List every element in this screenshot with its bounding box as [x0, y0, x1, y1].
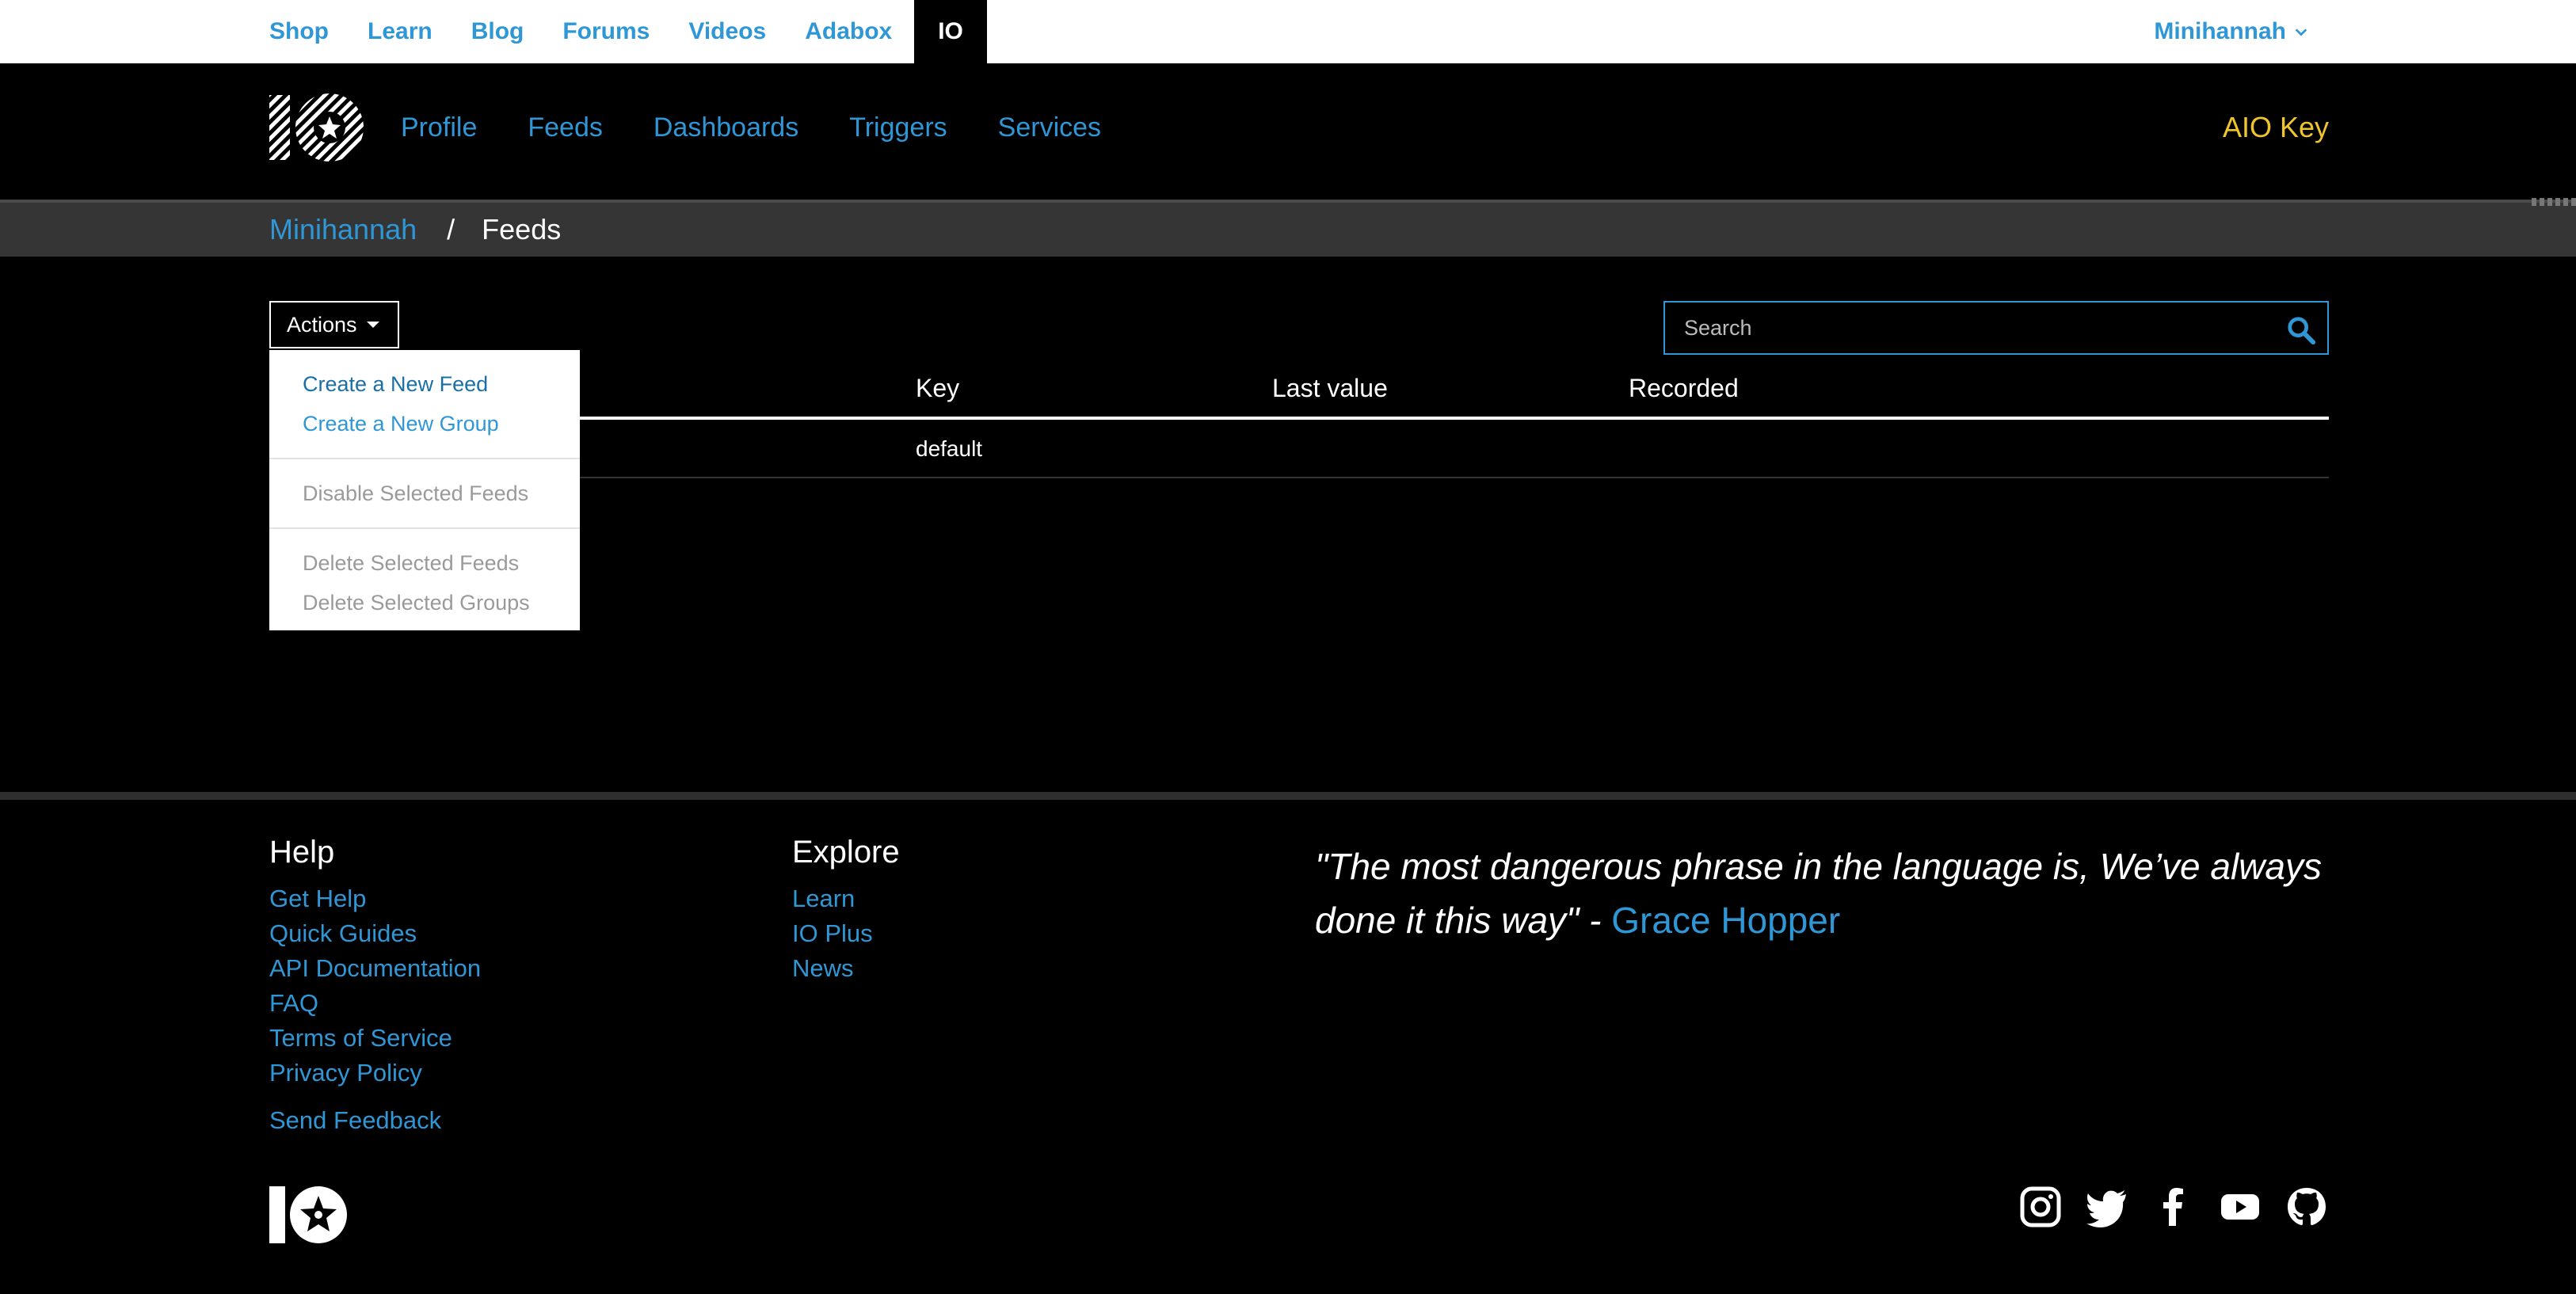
twitter-icon[interactable] [2085, 1185, 2129, 1229]
facebook-icon[interactable] [2151, 1185, 2196, 1229]
footer-link-get-help[interactable]: Get Help [269, 881, 481, 916]
quote-author-link[interactable]: Grace Hopper [1611, 900, 1840, 941]
io-nav-dashboards[interactable]: Dashboards [654, 112, 798, 143]
site-nav-shop[interactable]: Shop [269, 0, 329, 63]
breadcrumb-user[interactable]: Minihannah [269, 213, 417, 246]
breadcrumb: Minihannah / Feeds [269, 203, 561, 257]
site-nav-io[interactable]: IO [914, 0, 987, 63]
io-footer-logo-icon[interactable] [269, 1185, 349, 1245]
menu-item-create-feed[interactable]: Create a New Feed [269, 364, 580, 404]
search-icon[interactable] [2286, 315, 2316, 345]
footer-link-news[interactable]: News [792, 951, 900, 986]
menu-divider [269, 527, 580, 529]
footer-link-privacy[interactable]: Privacy Policy [269, 1056, 481, 1090]
menu-divider [269, 458, 580, 459]
menu-item-delete-groups: Delete Selected Groups [303, 591, 530, 615]
site-nav-forums[interactable]: Forums [562, 0, 650, 63]
io-logo-icon[interactable] [269, 92, 364, 163]
site-nav: Shop Learn Blog Forums Videos Adabox IO [269, 0, 1026, 63]
io-nav-triggers[interactable]: Triggers [849, 112, 947, 143]
menu-item-delete-feeds: Delete Selected Feeds [303, 551, 520, 575]
footer-help: Help Get Help Quick Guides API Documenta… [269, 835, 481, 1138]
aio-key-link[interactable]: AIO Key [2223, 95, 2329, 160]
footer: Help Get Help Quick Guides API Documenta… [0, 792, 2576, 1294]
user-menu-label: Minihannah [2154, 18, 2286, 44]
column-header-recorded[interactable]: Recorded [1629, 364, 1739, 412]
caret-down-icon [366, 322, 379, 328]
footer-link-api-docs[interactable]: API Documentation [269, 951, 481, 986]
io-nav-feeds[interactable]: Feeds [528, 112, 603, 143]
site-nav-adabox[interactable]: Adabox [805, 0, 892, 63]
youtube-icon[interactable] [2218, 1185, 2262, 1229]
chevron-down-icon [2295, 29, 2307, 36]
top-bar: Shop Learn Blog Forums Videos Adabox IO … [0, 0, 2576, 63]
user-menu[interactable]: Minihannah [2154, 0, 2308, 63]
resize-handle[interactable] [2532, 198, 2576, 206]
search-box [1663, 301, 2329, 355]
footer-link-send-feedback[interactable]: Send Feedback [269, 1103, 481, 1138]
search-input[interactable] [1665, 303, 2267, 353]
actions-button-label: Actions [287, 312, 357, 337]
footer-link-quick-guides[interactable]: Quick Guides [269, 916, 481, 951]
actions-dropdown-menu: Create a New Feed Create a New Group Dis… [269, 350, 580, 630]
github-icon[interactable] [2284, 1185, 2329, 1229]
site-nav-learn[interactable]: Learn [368, 0, 433, 63]
footer-link-io-plus[interactable]: IO Plus [792, 916, 900, 951]
footer-quote: "The most dangerous phrase in the langua… [1315, 839, 2329, 947]
footer-link-learn[interactable]: Learn [792, 881, 900, 916]
menu-item-create-group[interactable]: Create a New Group [269, 404, 580, 443]
actions-button[interactable]: Actions [269, 301, 399, 348]
breadcrumb-current: Feeds [482, 213, 562, 245]
social-links [1996, 1185, 2329, 1229]
menu-item-disable-feeds: Disable Selected Feeds [303, 481, 529, 505]
footer-link-terms[interactable]: Terms of Service [269, 1021, 481, 1056]
footer-link-faq[interactable]: FAQ [269, 986, 481, 1021]
io-nav: Profile Feeds Dashboards Triggers Servic… [401, 95, 1152, 160]
main-header: Profile Feeds Dashboards Triggers Servic… [0, 63, 2576, 200]
footer-explore: Explore Learn IO Plus News [792, 835, 900, 986]
footer-help-title: Help [269, 835, 335, 870]
column-header-last-value[interactable]: Last value [1272, 364, 1388, 412]
footer-explore-title: Explore [792, 835, 900, 870]
io-nav-profile[interactable]: Profile [401, 112, 477, 143]
breadcrumb-bar: Minihannah / Feeds [0, 198, 2576, 257]
feed-key-cell[interactable]: default [916, 420, 982, 478]
column-header-key[interactable]: Key [916, 364, 959, 412]
io-nav-services[interactable]: Services [998, 112, 1101, 143]
breadcrumb-separator: / [447, 213, 455, 245]
instagram-icon[interactable] [2018, 1185, 2063, 1229]
site-nav-blog[interactable]: Blog [471, 0, 524, 63]
site-nav-videos[interactable]: Videos [688, 0, 766, 63]
